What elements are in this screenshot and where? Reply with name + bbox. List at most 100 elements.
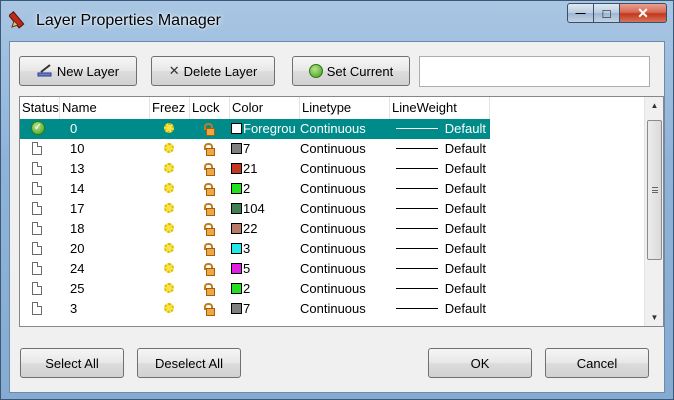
freeze-cell[interactable]	[150, 119, 190, 139]
lineweight-cell[interactable]: Default	[390, 259, 490, 279]
lock-cell[interactable]	[190, 279, 230, 299]
freeze-cell[interactable]	[150, 219, 190, 239]
linetype-cell[interactable]: Continuous	[300, 219, 390, 239]
linetype-cell[interactable]: Continuous	[300, 159, 390, 179]
layer-name-input[interactable]	[419, 56, 650, 87]
lock-cell[interactable]	[190, 159, 230, 179]
scroll-up-icon[interactable]: ▲	[645, 97, 663, 114]
linetype-cell[interactable]: Continuous	[300, 199, 390, 219]
delete-layer-button[interactable]: ✕ Delete Layer	[151, 56, 275, 86]
lock-cell[interactable]	[190, 119, 230, 139]
title-bar[interactable]: Layer Properties Manager — □ ✕	[1, 1, 673, 41]
lineweight-cell[interactable]: Default	[390, 239, 490, 259]
color-cell[interactable]: 2	[230, 179, 300, 199]
freeze-cell[interactable]	[150, 239, 190, 259]
close-button[interactable]: ✕	[620, 3, 667, 23]
linetype-cell[interactable]: Continuous	[300, 239, 390, 259]
status-cell[interactable]	[20, 279, 60, 299]
linetype-cell[interactable]: Continuous	[300, 259, 390, 279]
layer-name[interactable]: 18	[60, 219, 150, 239]
lineweight-cell[interactable]: Default	[390, 199, 490, 219]
layer-row[interactable]: 10 7 Continuous Default	[20, 139, 644, 159]
color-cell[interactable]: 104	[230, 199, 300, 219]
lineweight-cell[interactable]: Default	[390, 219, 490, 239]
color-cell[interactable]: 5	[230, 259, 300, 279]
status-cell[interactable]	[20, 179, 60, 199]
header-freeze[interactable]: Freez	[150, 97, 190, 119]
lineweight-cell[interactable]: Default	[390, 299, 490, 319]
linetype-cell[interactable]: Continuous	[300, 299, 390, 319]
header-lock[interactable]: Lock	[190, 97, 230, 119]
layer-name[interactable]: 17	[60, 199, 150, 219]
lock-cell[interactable]	[190, 219, 230, 239]
layer-name[interactable]: 13	[60, 159, 150, 179]
color-cell[interactable]: 2	[230, 279, 300, 299]
status-cell[interactable]	[20, 199, 60, 219]
layer-row[interactable]: 13 21 Continuous Default	[20, 159, 644, 179]
layer-row[interactable]: 17 104 Continuous Default	[20, 199, 644, 219]
vertical-scrollbar[interactable]: ▲ ▼	[644, 97, 663, 326]
status-cell[interactable]	[20, 299, 60, 319]
freeze-cell[interactable]	[150, 199, 190, 219]
layer-name[interactable]: 24	[60, 259, 150, 279]
freeze-cell[interactable]	[150, 259, 190, 279]
deselect-all-button[interactable]: Deselect All	[137, 348, 241, 378]
select-all-button[interactable]: Select All	[20, 348, 124, 378]
linetype-cell[interactable]: Continuous	[300, 179, 390, 199]
layer-name[interactable]: 14	[60, 179, 150, 199]
layer-name[interactable]: 10	[60, 139, 150, 159]
minimize-button[interactable]: —	[567, 3, 594, 23]
status-cell[interactable]	[20, 239, 60, 259]
color-cell[interactable]: 22	[230, 219, 300, 239]
layer-row[interactable]: 3 7 Continuous Default	[20, 299, 644, 319]
status-cell[interactable]	[20, 159, 60, 179]
status-cell[interactable]: ✓	[20, 119, 60, 139]
status-cell[interactable]	[20, 259, 60, 279]
freeze-cell[interactable]	[150, 159, 190, 179]
layer-row[interactable]: 25 2 Continuous Default	[20, 279, 644, 299]
scroll-thumb[interactable]	[647, 120, 662, 260]
lineweight-cell[interactable]: Default	[390, 139, 490, 159]
lineweight-cell[interactable]: Default	[390, 119, 490, 139]
cancel-button[interactable]: Cancel	[545, 348, 649, 378]
linetype-cell[interactable]: Continuous	[300, 279, 390, 299]
lock-cell[interactable]	[190, 239, 230, 259]
layer-name[interactable]: 20	[60, 239, 150, 259]
linetype-cell[interactable]: Continuous	[300, 139, 390, 159]
color-cell[interactable]: Foregrou	[230, 119, 300, 139]
header-color[interactable]: Color	[230, 97, 300, 119]
status-cell[interactable]	[20, 139, 60, 159]
lock-cell[interactable]	[190, 179, 230, 199]
scroll-down-icon[interactable]: ▼	[645, 309, 663, 326]
freeze-cell[interactable]	[150, 139, 190, 159]
layer-name[interactable]: 25	[60, 279, 150, 299]
freeze-cell[interactable]	[150, 279, 190, 299]
linetype-cell[interactable]: Continuous	[300, 119, 390, 139]
lineweight-cell[interactable]: Default	[390, 159, 490, 179]
lock-cell[interactable]	[190, 199, 230, 219]
layer-row[interactable]: 20 3 Continuous Default	[20, 239, 644, 259]
freeze-cell[interactable]	[150, 179, 190, 199]
layer-row[interactable]: 18 22 Continuous Default	[20, 219, 644, 239]
layer-name[interactable]: 0	[60, 119, 150, 139]
ok-button[interactable]: OK	[428, 348, 532, 378]
header-lineweight[interactable]: LineWeight	[390, 97, 490, 119]
layer-name[interactable]: 3	[60, 299, 150, 319]
maximize-button[interactable]: □	[594, 3, 620, 23]
freeze-cell[interactable]	[150, 299, 190, 319]
status-cell[interactable]	[20, 219, 60, 239]
lineweight-cell[interactable]: Default	[390, 279, 490, 299]
lineweight-cell[interactable]: Default	[390, 179, 490, 199]
color-cell[interactable]: 21	[230, 159, 300, 179]
header-name[interactable]: Name	[60, 97, 150, 119]
layer-row[interactable]: 24 5 Continuous Default	[20, 259, 644, 279]
lock-cell[interactable]	[190, 259, 230, 279]
color-cell[interactable]: 7	[230, 139, 300, 159]
color-cell[interactable]: 7	[230, 299, 300, 319]
layer-row[interactable]: 14 2 Continuous Default	[20, 179, 644, 199]
lock-cell[interactable]	[190, 299, 230, 319]
lock-cell[interactable]	[190, 139, 230, 159]
header-linetype[interactable]: Linetype	[300, 97, 390, 119]
set-current-button[interactable]: Set Current	[292, 56, 410, 86]
new-layer-button[interactable]: New Layer	[19, 56, 137, 86]
